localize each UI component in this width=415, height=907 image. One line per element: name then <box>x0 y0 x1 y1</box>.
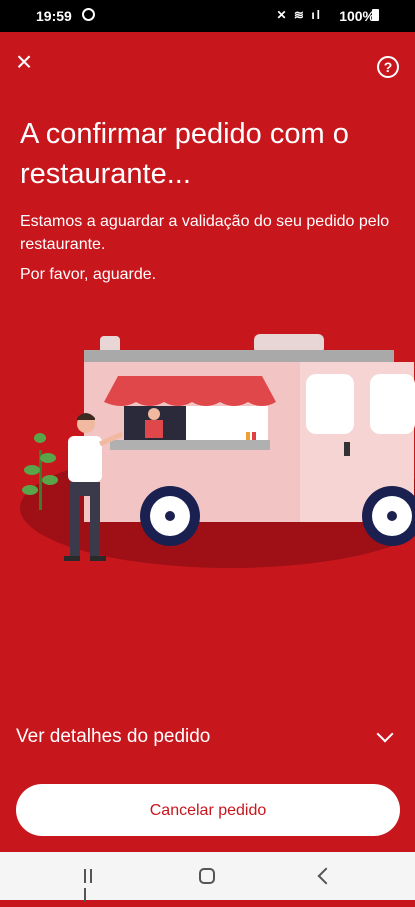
home-icon[interactable] <box>199 868 215 884</box>
order-details-label: Ver detalhes do pedido <box>16 726 211 747</box>
recents-icon[interactable] <box>84 869 100 902</box>
battery-percent: 100% <box>339 8 375 24</box>
whatsapp-icon <box>82 8 95 21</box>
wait-message: Por favor, aguarde. <box>20 266 157 283</box>
food-truck-illustration <box>20 334 415 568</box>
order-confirmation-screen: × ? A confirmar pedido com o restaurante… <box>0 32 415 852</box>
android-nav-bar <box>0 852 415 902</box>
back-icon[interactable] <box>317 867 335 885</box>
help-icon[interactable]: ? <box>377 56 399 78</box>
chevron-down-icon <box>376 725 394 743</box>
order-details-toggle[interactable]: Ver detalhes do pedido <box>16 725 399 756</box>
close-icon[interactable]: × <box>12 48 36 76</box>
page-title: A confirmar pedido com o restaurante... <box>20 118 349 190</box>
signal-icons: ✕ ≋ ıl <box>276 8 322 22</box>
status-time: 19:59 <box>36 8 72 24</box>
status-bar: 19:59 ✕ ≋ ıl 100% <box>0 0 415 32</box>
status-description: Estamos a aguardar a validação do seu pe… <box>20 213 390 253</box>
cancel-order-button[interactable]: Cancelar pedido <box>16 784 400 836</box>
battery-icon <box>372 9 379 21</box>
